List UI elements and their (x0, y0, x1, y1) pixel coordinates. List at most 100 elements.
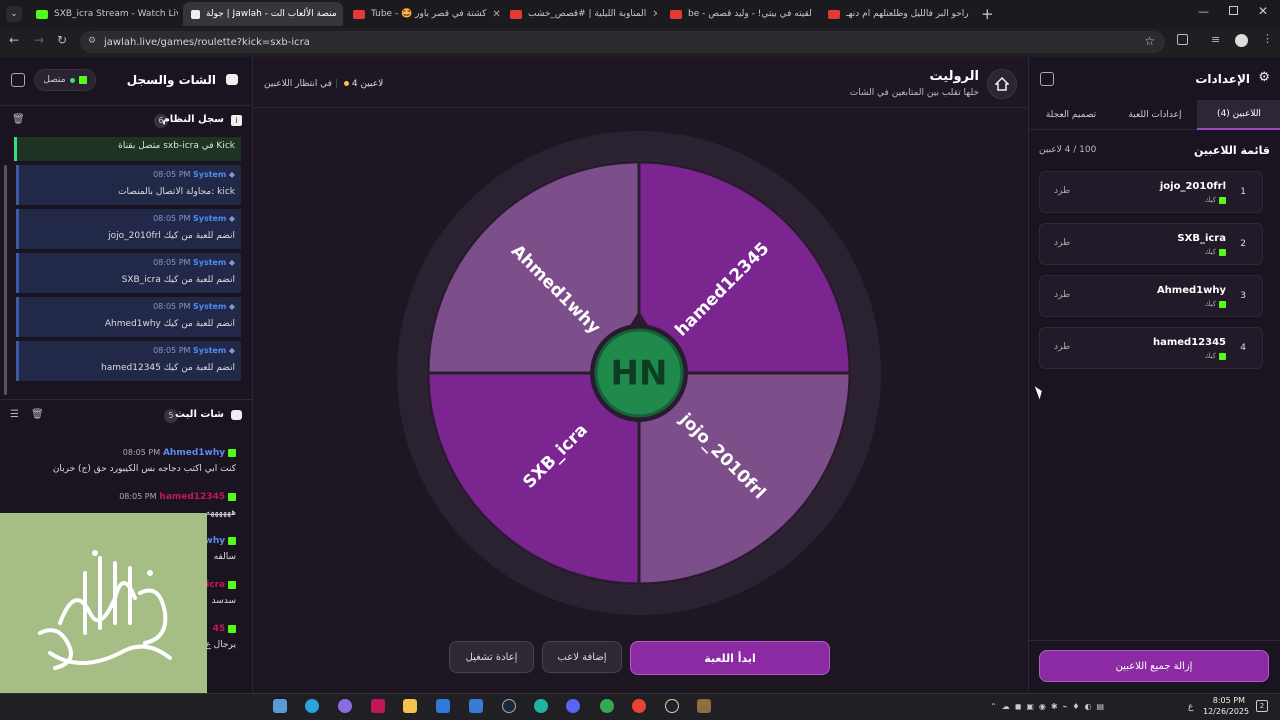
app-icon[interactable] (469, 699, 483, 713)
close-icon[interactable]: ✕ (486, 9, 500, 20)
tab-list-icon[interactable]: ⌄ (6, 6, 22, 22)
kick-icon (228, 624, 236, 633)
system-log-title: سجل النظام (162, 114, 224, 125)
trash-icon[interactable]: 🗑 (12, 114, 25, 125)
tab-kick-stream[interactable]: SXB_icra Stream - Watch Live o✕ (28, 2, 178, 26)
collapse-right-icon[interactable] (1040, 72, 1054, 86)
list-icon[interactable]: ☰ (10, 409, 19, 420)
kick-icon (228, 580, 236, 589)
tab-wheel-design[interactable]: تصميم العجلة (1029, 100, 1113, 130)
address-bar[interactable]: ⚙ jawlah.live/games/roulette?kick=sxb-ic… (80, 31, 1165, 53)
restart-button[interactable]: إعادة تشغيل (449, 641, 534, 673)
media-icon[interactable]: ≡ (1211, 33, 1220, 46)
copilot-icon[interactable] (338, 699, 352, 713)
log-message: 08:05 PM System ◆ SXB_icra انضم للعبة من … (16, 253, 241, 293)
player-list-title: قائمة اللاعبين (1194, 144, 1270, 157)
minimize-button[interactable]: — (1198, 5, 1209, 18)
tab-players[interactable]: اللاعبين (4) (1197, 100, 1280, 130)
url-text: jawlah.live/games/roulette?kick=sxb-icra (104, 36, 310, 48)
kick-icon (228, 448, 236, 457)
browser-chrome: ⌄ SXB_icra Stream - Watch Live o✕ جولة |… (0, 0, 1280, 57)
add-player-button[interactable]: إضافة لاعب (542, 641, 622, 673)
restore-button[interactable] (1229, 6, 1238, 15)
back-icon[interactable]: ← (9, 33, 19, 47)
waiting-status: في انتظار اللاعبين | (264, 79, 338, 89)
chrome-icon[interactable] (600, 699, 614, 713)
new-tab-button[interactable]: + (981, 5, 994, 23)
kick-favicon-icon (36, 9, 48, 19)
gear-icon: ⚙ (1258, 70, 1270, 85)
reload-icon[interactable]: ↻ (57, 33, 67, 47)
kick-player-button[interactable]: طرد (1054, 290, 1070, 300)
stream-chat-title: شات البث (175, 409, 224, 420)
start-game-button[interactable]: ابدأ اللعبة (630, 641, 830, 675)
jawlah-favicon-icon (191, 9, 200, 19)
tab-youtube-2[interactable]: المناوبة الليلية | #قصص_خشب ✕ (502, 2, 657, 26)
shield-icon: ◆ (228, 302, 235, 311)
obs-icon[interactable] (665, 699, 679, 713)
store-icon[interactable] (436, 699, 450, 713)
hub-logo: HN (611, 354, 668, 394)
folder-icon[interactable] (403, 699, 417, 713)
stream-chat-header: ☰ 🗑 5 شات البث (0, 405, 252, 429)
file-explorer-icon[interactable] (273, 699, 287, 713)
discord-icon[interactable] (566, 699, 580, 713)
tabs: اللاعبين (4) إعدادات اللعبة تصميم العجلة (1029, 100, 1280, 130)
profile-avatar[interactable] (1235, 34, 1248, 47)
log-entry-connected: متصل بقناة sxb-icra في Kick (14, 137, 241, 161)
close-window-button[interactable]: ✕ (1258, 4, 1268, 18)
close-icon[interactable]: ✕ (646, 9, 657, 20)
shield-icon: ◆ (228, 170, 235, 179)
tab-game-settings[interactable]: إعدادات اللعبة (1113, 100, 1197, 130)
kick-player-button[interactable]: طرد (1054, 186, 1070, 196)
divider (1029, 640, 1280, 641)
extensions-icon[interactable] (1177, 34, 1188, 45)
forward-icon[interactable]: → (34, 33, 44, 47)
kick-icon (1219, 352, 1226, 360)
system-log-list[interactable]: متصل بقناة sxb-icra في Kick 08:05 PM Sys… (0, 137, 252, 397)
menu-icon[interactable]: ⋮ (1262, 32, 1273, 45)
settings-panel: الإعدادات ⚙ اللاعبين (4) إعدادات اللعبة … (1028, 57, 1280, 693)
chat-message: 45 يرجال ع (205, 624, 236, 650)
edge-icon[interactable] (534, 699, 548, 713)
steam-icon[interactable] (502, 699, 516, 713)
minecraft-icon[interactable] (697, 699, 711, 713)
divider (254, 107, 1027, 108)
bookmark-star-icon[interactable]: ☆ (1144, 34, 1155, 48)
tray-icons[interactable]: ⌃☁◼▣◉✱⌁♦◐▤ (990, 702, 1109, 711)
collapse-left-icon[interactable] (11, 73, 25, 87)
chrome-icon[interactable] (632, 699, 646, 713)
keyboard-lang[interactable]: ع (1188, 702, 1193, 712)
tab-jawlah[interactable]: جولة | Jawlah - منصة الألعاب الت✕ (183, 2, 343, 26)
remove-all-players-button[interactable]: إزالة جميع اللاعبين (1039, 650, 1269, 682)
log-message: 08:05 PM System ◆ محاولة الاتصال بالمنصات… (16, 165, 241, 205)
settings-title: الإعدادات (1195, 72, 1250, 86)
status-dot-icon (344, 81, 349, 86)
log-scrollbar[interactable] (4, 165, 7, 395)
close-icon[interactable]: ✕ (812, 9, 817, 20)
divider (0, 399, 252, 400)
roulette-wheel[interactable]: Ahmed1why hamed12345SXB_icra jojo_2010frlH… (396, 130, 882, 616)
tab-youtube-3[interactable]: be - لقيته في بيتي! - وليد قصص✕ (662, 2, 817, 26)
notification-icon[interactable]: 2 (1256, 700, 1268, 712)
player-row: 2 SXB_icra كيك طرد (1039, 223, 1263, 265)
chat-message: 08:05 PM Ahmed1why كنت ابي اكتب دجاجه بس… (52, 448, 236, 474)
close-icon[interactable]: ✕ (969, 9, 976, 20)
game-area: الروليت خلها تقلب بين المتابعين في الشات… (254, 57, 1027, 693)
kick-player-button[interactable]: طرد (1054, 238, 1070, 248)
close-icon[interactable]: ✕ (337, 9, 344, 20)
kick-icon (1219, 248, 1226, 256)
telegram-icon[interactable] (305, 699, 319, 713)
site-info-icon[interactable]: ⚙ (88, 36, 96, 46)
tab-youtube-4[interactable]: راحو البر فالليل وطلعتلهم ام دنهـ✕ (820, 2, 975, 26)
youtube-icon (510, 9, 522, 19)
app-icon[interactable] (371, 699, 385, 713)
trash-icon[interactable]: 🗑 (31, 409, 44, 420)
clock[interactable]: 8:05 PM 12/26/2025 (1203, 695, 1249, 717)
app: متصل الشات والسجل 🗑 6 سجل النظام i متصل … (0, 57, 1280, 693)
status-text: متصل (43, 75, 66, 85)
home-button[interactable] (987, 69, 1017, 99)
tab-bar: ⌄ SXB_icra Stream - Watch Live o✕ جولة |… (0, 0, 1280, 28)
tab-youtube-1[interactable]: Tube - 🤩 كشتة في قصر باور ✕ (345, 2, 500, 26)
kick-player-button[interactable]: طرد (1054, 342, 1070, 352)
